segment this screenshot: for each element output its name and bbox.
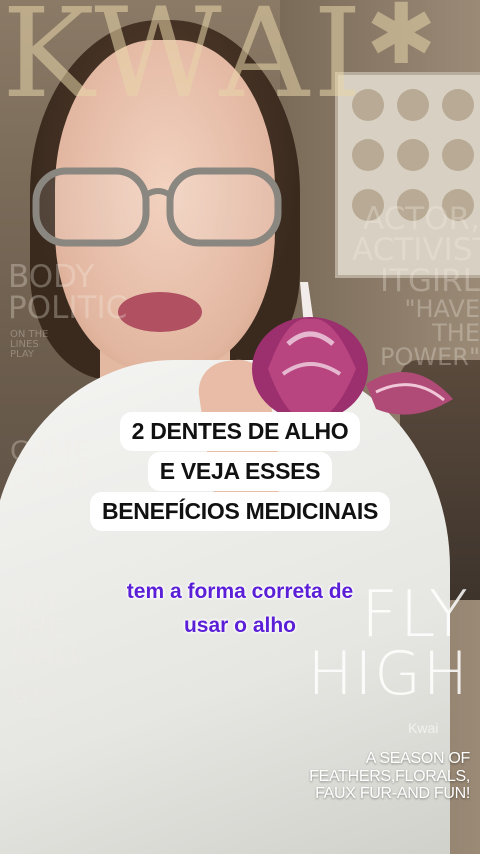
small-line: PLAY — [10, 349, 35, 360]
magazine-small-left-2: WEARABLE ART FOR A CAUSE — [10, 690, 65, 720]
caption-line-3: BENEFÍCIOS MEDICINAIS — [0, 492, 480, 531]
season-tagline: A SEASON OF FEATHERS,FLORALS, FAUX FUR-A… — [278, 750, 470, 803]
glasses — [32, 167, 282, 247]
headline-line: ACTIVIST, — [352, 232, 480, 268]
masthead-text: KWAI — [2, 0, 367, 126]
season-line: FAUX FUR-AND FUN! — [315, 785, 470, 803]
watermark: Kwai — [408, 720, 439, 736]
magazine-masthead: KWAI✱ — [2, 0, 440, 116]
headline-line: POWER" — [380, 343, 480, 371]
headline-line: WALL — [10, 640, 84, 671]
high-text: HIGH — [307, 638, 470, 709]
headline-line: BODY — [8, 259, 95, 295]
headline-line: ACTOR, — [362, 201, 480, 237]
magazine-headline-left: BODY POLITIC — [8, 262, 127, 324]
headline-line: ITGIRL — [379, 263, 480, 299]
lips — [118, 292, 202, 332]
caption-line-1: 2 DENTES DE ALHO — [0, 412, 480, 451]
caption-line-2: E VEJA ESSES — [0, 452, 480, 491]
subtitle-line-1: tem a forma correta de — [126, 580, 354, 603]
magazine-headline-right: ACTOR, ACTIVIST, ITGIRL "HAVE THE POWER" — [352, 201, 480, 371]
small-line: A CAUSE — [10, 709, 54, 720]
caption-text: BENEFÍCIOS MEDICINAIS — [89, 492, 391, 531]
headline-line: POLITIC — [8, 290, 128, 326]
season-line: A SEASON OF — [365, 750, 471, 767]
caption-text: E VEJA ESSES — [147, 452, 333, 491]
caption-text: 2 DENTES DE ALHO — [119, 412, 361, 451]
video-frame: KWAI✱ ACTOR, ACTIVIST, ITGIRL "HAVE THE … — [0, 0, 480, 854]
season-line: FEATHERS,FLORALS, — [309, 767, 470, 785]
headline-line: "HAVE THE — [404, 295, 480, 347]
subtitle-line-2: usar o alho — [183, 614, 297, 637]
magazine-small-left: ON THE LINES PLAY — [10, 330, 48, 360]
masthead-star-icon: ✱ — [366, 0, 441, 83]
